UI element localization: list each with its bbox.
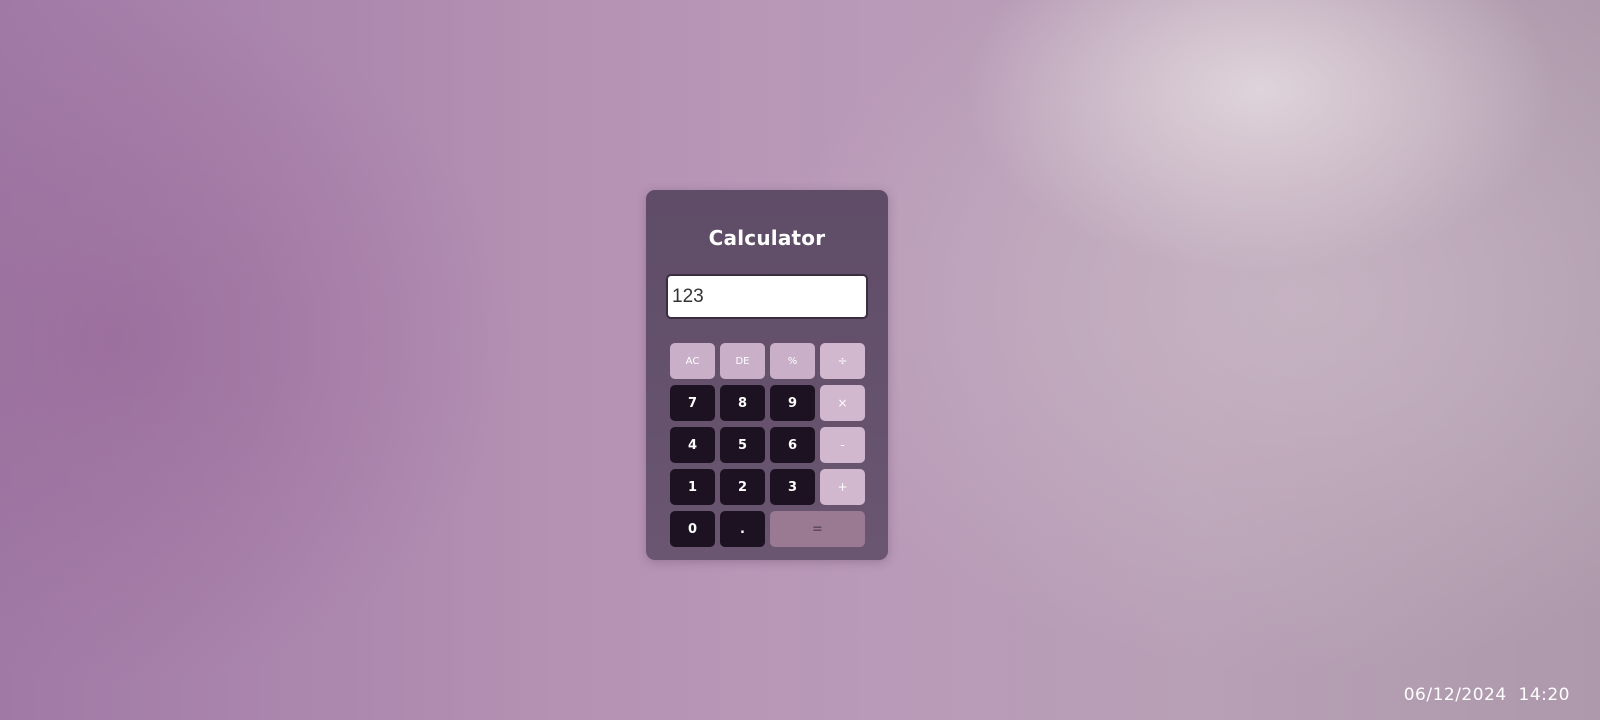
digit-0-button[interactable]: 0: [670, 511, 715, 547]
percent-button[interactable]: %: [770, 343, 815, 379]
clear-all-button[interactable]: AC: [670, 343, 715, 379]
digit-5-button[interactable]: 5: [720, 427, 765, 463]
divide-button[interactable]: ÷: [820, 343, 865, 379]
calculator-title: Calculator: [708, 226, 826, 250]
delete-button[interactable]: DE: [720, 343, 765, 379]
digit-2-button[interactable]: 2: [720, 469, 765, 505]
decimal-point-button[interactable]: .: [720, 511, 765, 547]
photo-timestamp: 06/12/2024 14:20: [1404, 685, 1570, 705]
equals-button[interactable]: =: [770, 511, 865, 547]
digit-4-button[interactable]: 4: [670, 427, 715, 463]
digit-9-button[interactable]: 9: [770, 385, 815, 421]
timestamp-date: 06/12/2024: [1403, 685, 1507, 705]
digit-6-button[interactable]: 6: [770, 427, 815, 463]
calculator-panel: Calculator AC DE % ÷ 7 8 9 × 4 5 6 - 1 2…: [646, 190, 888, 560]
calculator-keypad: AC DE % ÷ 7 8 9 × 4 5 6 - 1 2 3 + 0 . =: [670, 343, 866, 547]
digit-3-button[interactable]: 3: [770, 469, 815, 505]
subtract-button[interactable]: -: [820, 427, 865, 463]
timestamp-time: 14:20: [1518, 685, 1570, 705]
digit-8-button[interactable]: 8: [720, 385, 765, 421]
add-button[interactable]: +: [820, 469, 865, 505]
multiply-button[interactable]: ×: [820, 385, 865, 421]
digit-7-button[interactable]: 7: [670, 385, 715, 421]
calculator-display[interactable]: [666, 274, 868, 319]
digit-1-button[interactable]: 1: [670, 469, 715, 505]
